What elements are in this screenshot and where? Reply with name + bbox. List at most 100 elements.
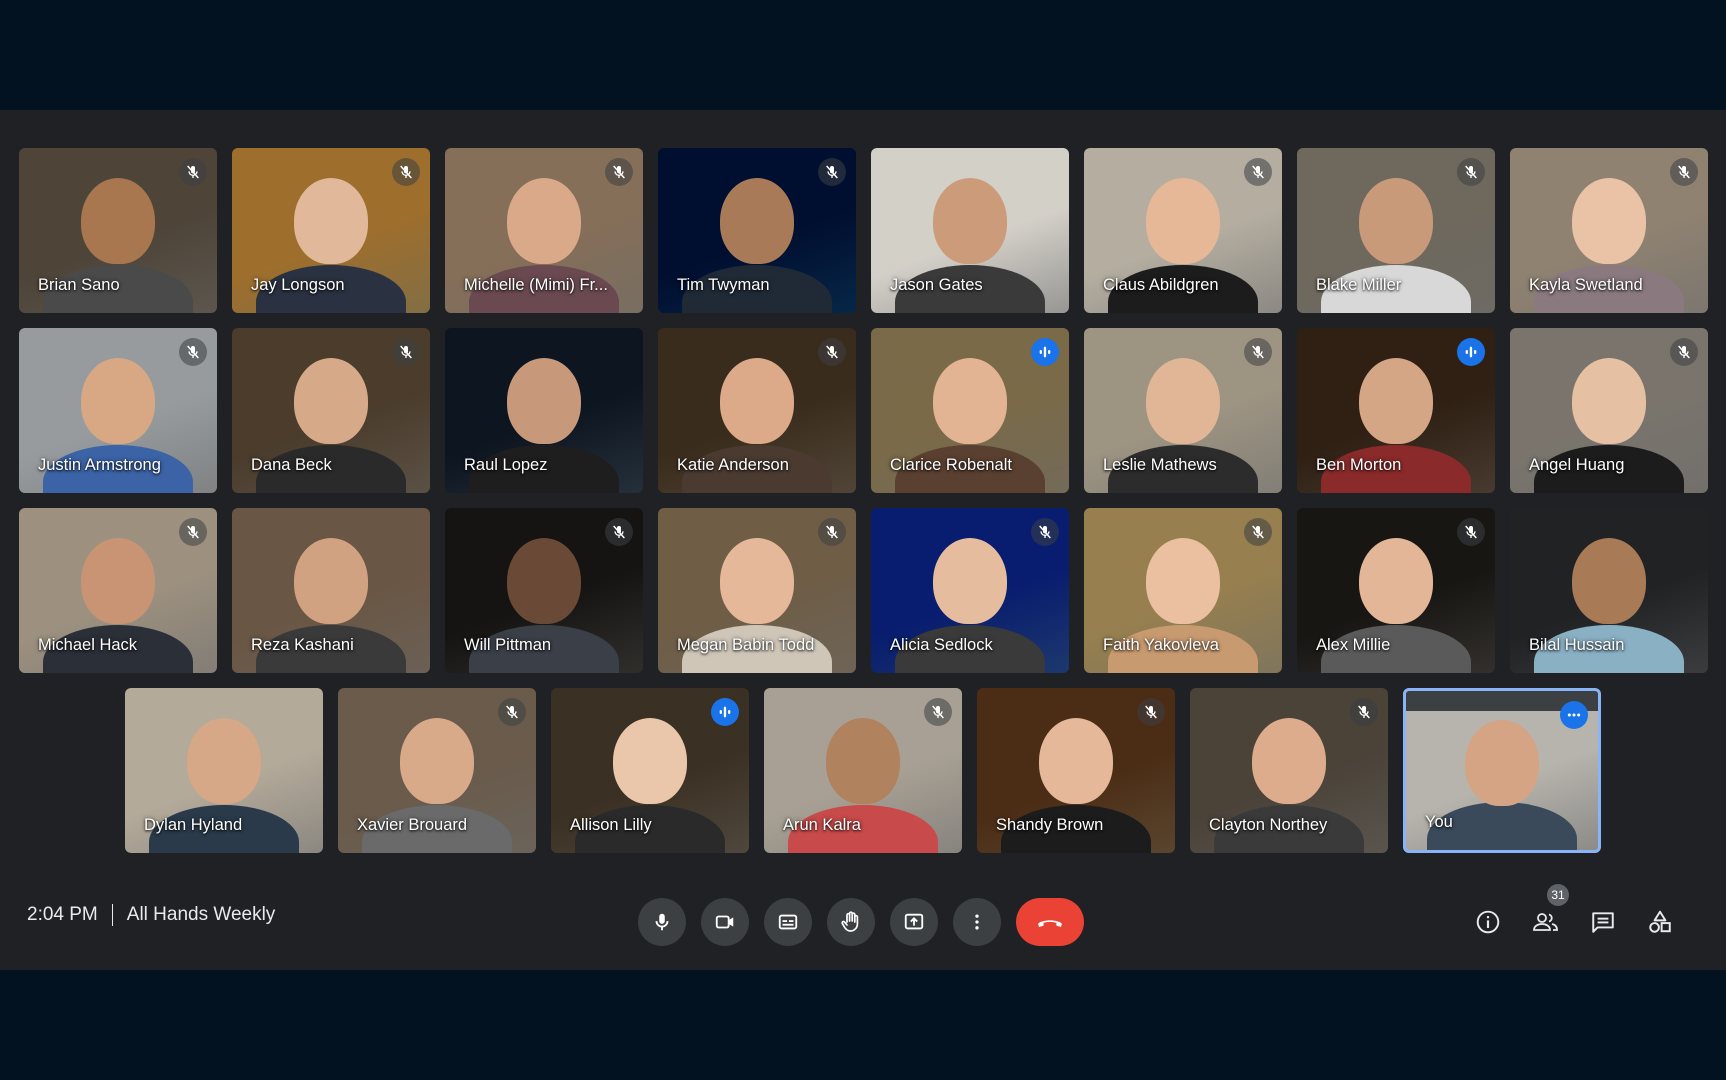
self-video-tile[interactable]: You: [1403, 688, 1601, 853]
participant-tile[interactable]: Bilal Hussain: [1510, 508, 1708, 673]
participant-name: Dylan Hyland: [144, 816, 243, 834]
mic-off-icon: [1465, 165, 1477, 179]
participant-tile[interactable]: Brian Sano: [19, 148, 217, 313]
speaking-indicator-icon: [719, 706, 731, 718]
participant-face: [507, 357, 581, 444]
participant-tile[interactable]: Alex Millie: [1297, 508, 1495, 673]
participant-name: Jason Gates: [890, 276, 983, 294]
participant-row: Michael Hack Reza Kashani Will Pittman Mega…: [0, 508, 1726, 673]
participant-tile[interactable]: Michelle (Mimi) Fr...: [445, 148, 643, 313]
participant-tile[interactable]: Arun Kalra: [764, 688, 962, 853]
participant-tile[interactable]: Clarice Robenalt: [871, 328, 1069, 493]
camera-icon: [715, 915, 734, 929]
participant-name: Claus Abildgren: [1103, 276, 1219, 294]
mic-off-icon: [826, 165, 838, 179]
activities-button[interactable]: [1638, 900, 1682, 944]
participant-name: Bilal Hussain: [1529, 636, 1625, 654]
call-controls: [638, 898, 1099, 946]
participant-row: Dylan Hyland Xavier Brouard Allison Lilly A…: [0, 688, 1726, 853]
muted-indicator: [818, 338, 846, 366]
participant-count-badge: 31: [1547, 884, 1569, 906]
side-controls: 31: [1466, 884, 1726, 944]
participant-face: [1359, 537, 1433, 624]
participant-face: [826, 717, 900, 804]
mic-off-icon: [826, 525, 838, 539]
meet-window: Brian Sano Jay Longson Michelle (Mimi) Fr.…: [0, 110, 1726, 970]
leave-call-button[interactable]: [1016, 898, 1084, 946]
mic-off-icon: [400, 345, 412, 359]
captions-button[interactable]: [764, 898, 812, 946]
speaking-indicator-icon: [1039, 346, 1051, 358]
mic-off-icon: [187, 165, 199, 179]
participant-name: Jay Longson: [251, 276, 345, 294]
participant-name: Ben Morton: [1316, 456, 1402, 474]
participant-name: Allison Lilly: [570, 816, 652, 834]
participant-tile[interactable]: Kayla Swetland: [1510, 148, 1708, 313]
mic-off-icon: [613, 165, 625, 179]
participant-tile[interactable]: Faith Yakovleva: [1084, 508, 1282, 673]
mic-off-icon: [187, 345, 199, 359]
participant-tile[interactable]: Tim Twyman: [658, 148, 856, 313]
participant-tile[interactable]: Dana Beck: [232, 328, 430, 493]
participant-tile[interactable]: Michael Hack: [19, 508, 217, 673]
participant-tile[interactable]: Xavier Brouard: [338, 688, 536, 853]
participant-name: Xavier Brouard: [357, 816, 468, 834]
muted-indicator: [498, 698, 526, 726]
participant-name: Alicia Sedlock: [890, 636, 993, 654]
meeting-title: All Hands Weekly: [126, 904, 276, 925]
participant-tile[interactable]: Katie Anderson: [658, 328, 856, 493]
participant-name: Blake Miller: [1316, 276, 1402, 294]
participant-tile[interactable]: Raul Lopez: [445, 328, 643, 493]
participant-tile[interactable]: Will Pittman: [445, 508, 643, 673]
participant-tile[interactable]: Megan Babin Todd: [658, 508, 856, 673]
participant-tile[interactable]: Reza Kashani: [232, 508, 430, 673]
raise-hand-button[interactable]: [827, 898, 875, 946]
tile-options-button[interactable]: [1560, 701, 1588, 729]
muted-indicator: [1244, 518, 1272, 546]
muted-indicator: [1457, 158, 1485, 186]
participant-tile[interactable]: Angel Huang: [1510, 328, 1708, 493]
participant-tile[interactable]: Ben Morton: [1297, 328, 1495, 493]
participant-tile[interactable]: Leslie Mathews: [1084, 328, 1282, 493]
participant-tile[interactable]: Allison Lilly: [551, 688, 749, 853]
participant-face: [1465, 719, 1539, 806]
divider: [111, 904, 113, 926]
participant-name: Michelle (Mimi) Fr...: [464, 276, 608, 294]
camera-button[interactable]: [701, 898, 749, 946]
muted-indicator: [179, 518, 207, 546]
participant-face: [1572, 537, 1646, 624]
muted-indicator: [179, 338, 207, 366]
muted-indicator: [605, 158, 633, 186]
participant-tile[interactable]: Jason Gates: [871, 148, 1069, 313]
microphone-button[interactable]: [638, 898, 686, 946]
participant-tile[interactable]: Jay Longson: [232, 148, 430, 313]
info-icon: [1476, 910, 1500, 934]
participant-face: [720, 537, 794, 624]
mic-off-icon: [187, 525, 199, 539]
participant-face: [507, 537, 581, 624]
muted-indicator: [179, 158, 207, 186]
meeting-info-button[interactable]: [1466, 900, 1510, 944]
participant-name: You: [1425, 813, 1453, 831]
muted-indicator: [392, 338, 420, 366]
participant-tile[interactable]: Alicia Sedlock: [871, 508, 1069, 673]
participant-tile[interactable]: Claus Abildgren: [1084, 148, 1282, 313]
present-screen-icon: [904, 913, 924, 930]
more-horiz-icon: [1567, 713, 1581, 717]
participant-tile[interactable]: Blake Miller: [1297, 148, 1495, 313]
people-button[interactable]: 31: [1524, 884, 1569, 944]
present-button[interactable]: [890, 898, 938, 946]
participant-face: [933, 357, 1007, 444]
mic-off-icon: [400, 165, 412, 179]
chat-button[interactable]: [1581, 900, 1625, 944]
participant-tile[interactable]: Clayton Northey: [1190, 688, 1388, 853]
more-options-button[interactable]: [953, 898, 1001, 946]
participant-tile[interactable]: Shandy Brown: [977, 688, 1175, 853]
participant-tile[interactable]: Justin Armstrong: [19, 328, 217, 493]
mic-off-icon: [1678, 165, 1690, 179]
participant-name: Arun Kalra: [783, 816, 861, 834]
microphone-icon: [655, 913, 669, 931]
participant-name: Leslie Mathews: [1103, 456, 1217, 474]
muted-indicator: [1457, 518, 1485, 546]
participant-tile[interactable]: Dylan Hyland: [125, 688, 323, 853]
